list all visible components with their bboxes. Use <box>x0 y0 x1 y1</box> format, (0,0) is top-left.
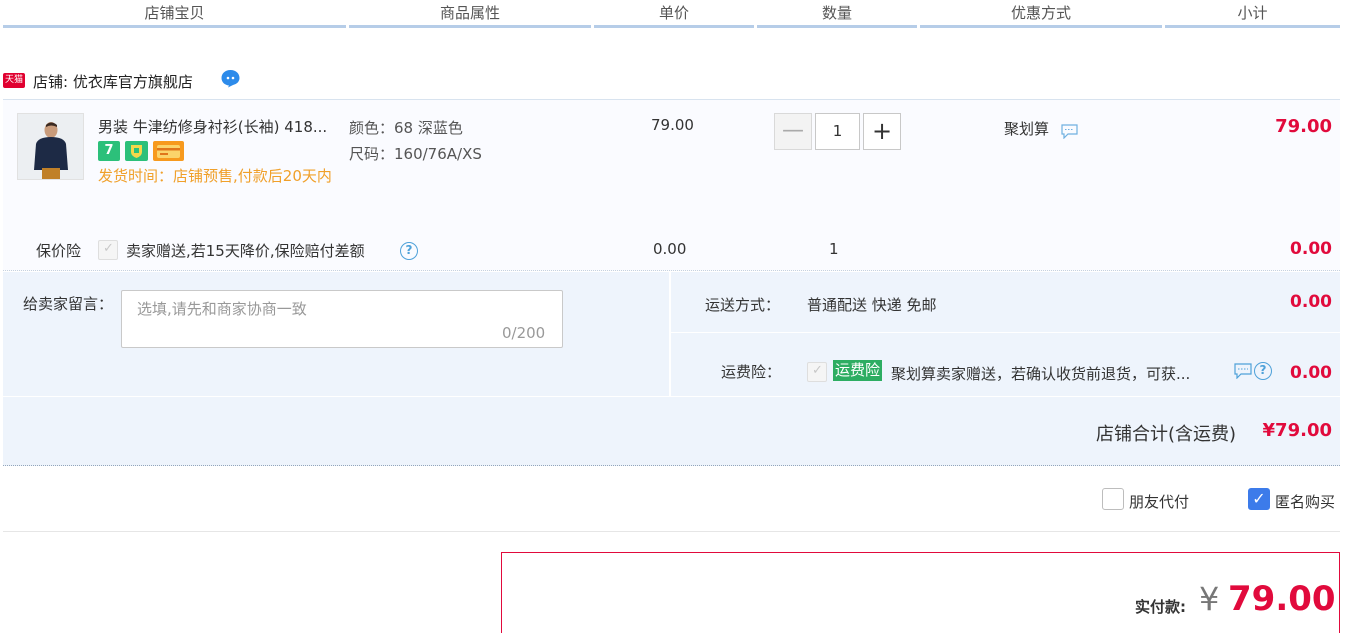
price-protection-text: 卖家赠送,若15天降价,保险赔付差额 <box>126 242 365 260</box>
message-char-count: 0/200 <box>502 324 546 342</box>
quantity-decrease-button[interactable]: — <box>774 113 812 150</box>
item-subtotal: 79.00 <box>1275 116 1332 137</box>
friend-pay-checkbox[interactable] <box>1102 488 1124 510</box>
header-col-item: 店铺宝贝 <box>144 4 205 22</box>
insurance-quantity: 1 <box>829 240 839 258</box>
shipping-method-value[interactable]: 普通配送 快递 免邮 <box>807 294 937 315</box>
shipping-price: 0.00 <box>1290 292 1332 312</box>
shipping-time-note: 发货时间：店铺预售,付款后20天内 <box>98 167 332 185</box>
payment-currency: ¥ <box>1199 580 1220 618</box>
product-thumbnail[interactable] <box>17 113 84 180</box>
freight-insurance-text: 聚划算卖家赠送，若确认收货前退货，可获... <box>891 365 1191 383</box>
insurance-price: 0.00 <box>653 240 687 258</box>
header-col-discount: 优惠方式 <box>1010 4 1071 22</box>
header-col-price: 单价 <box>658 4 689 22</box>
tmall-badge: 天猫 <box>3 73 25 88</box>
product-image <box>18 114 83 179</box>
insurance-subtotal: 0.00 <box>1290 239 1332 259</box>
header-col-attributes: 商品属性 <box>439 4 500 22</box>
quantity-increase-button[interactable]: + <box>863 113 901 150</box>
anonymous-label[interactable]: 匿名购买 <box>1275 491 1335 512</box>
seven-day-return-icon: 7 <box>98 141 120 161</box>
credit-card-icon <box>153 141 184 161</box>
card-icon <box>157 145 180 158</box>
promotion-label: 聚划算 <box>1004 120 1050 138</box>
shipping-method-label: 运送方式： <box>705 296 781 314</box>
comment-icon[interactable] <box>1234 363 1252 379</box>
freight-insurance-price: 0.00 <box>1290 363 1332 383</box>
guarantee-icon <box>125 141 148 161</box>
freight-insurance-checkbox[interactable] <box>807 362 827 382</box>
header-underline <box>349 25 591 28</box>
price-protection-label: 保价险 <box>36 242 82 260</box>
header-underline <box>757 25 917 28</box>
help-icon[interactable]: ? <box>1254 362 1272 380</box>
header-underline <box>594 25 754 28</box>
header-underline <box>920 25 1162 28</box>
message-label: 给卖家留言： <box>23 295 114 313</box>
chat-wangwang-icon[interactable] <box>220 69 241 88</box>
freight-insurance-badge: 运费险 <box>833 360 883 381</box>
comment-icon[interactable] <box>1061 124 1078 139</box>
unit-price: 79.00 <box>651 116 694 134</box>
product-color: 颜色：68 深蓝色 <box>349 119 463 137</box>
header-underline <box>1165 25 1340 28</box>
header-col-quantity: 数量 <box>821 4 852 22</box>
shield-icon <box>131 145 142 158</box>
anonymous-checkbox[interactable]: ✓ <box>1248 488 1270 510</box>
payment-amount: 79.00 <box>1228 579 1336 619</box>
friend-pay-label[interactable]: 朋友代付 <box>1129 491 1189 512</box>
price-protection-checkbox[interactable] <box>98 240 118 260</box>
shop-total-label: 店铺合计(含运费) <box>1096 424 1237 445</box>
header-underline <box>3 25 346 28</box>
shop-name[interactable]: 店铺: 优衣库官方旗舰店 <box>33 71 193 92</box>
shop-total-value: ¥79.00 <box>1262 420 1332 441</box>
product-size: 尺码：160/76A/XS <box>349 145 482 163</box>
help-icon[interactable]: ? <box>400 242 418 260</box>
header-col-subtotal: 小计 <box>1237 4 1268 22</box>
quantity-input[interactable]: 1 <box>815 113 860 150</box>
product-title[interactable]: 男装 牛津纺修身衬衫(长袖) 418... <box>98 116 343 137</box>
message-placeholder: 选填,请先和商家协商一致 <box>137 300 307 318</box>
divider <box>3 531 1340 532</box>
payment-label: 实付款: <box>1135 598 1186 616</box>
freight-insurance-label: 运费险： <box>721 363 782 381</box>
